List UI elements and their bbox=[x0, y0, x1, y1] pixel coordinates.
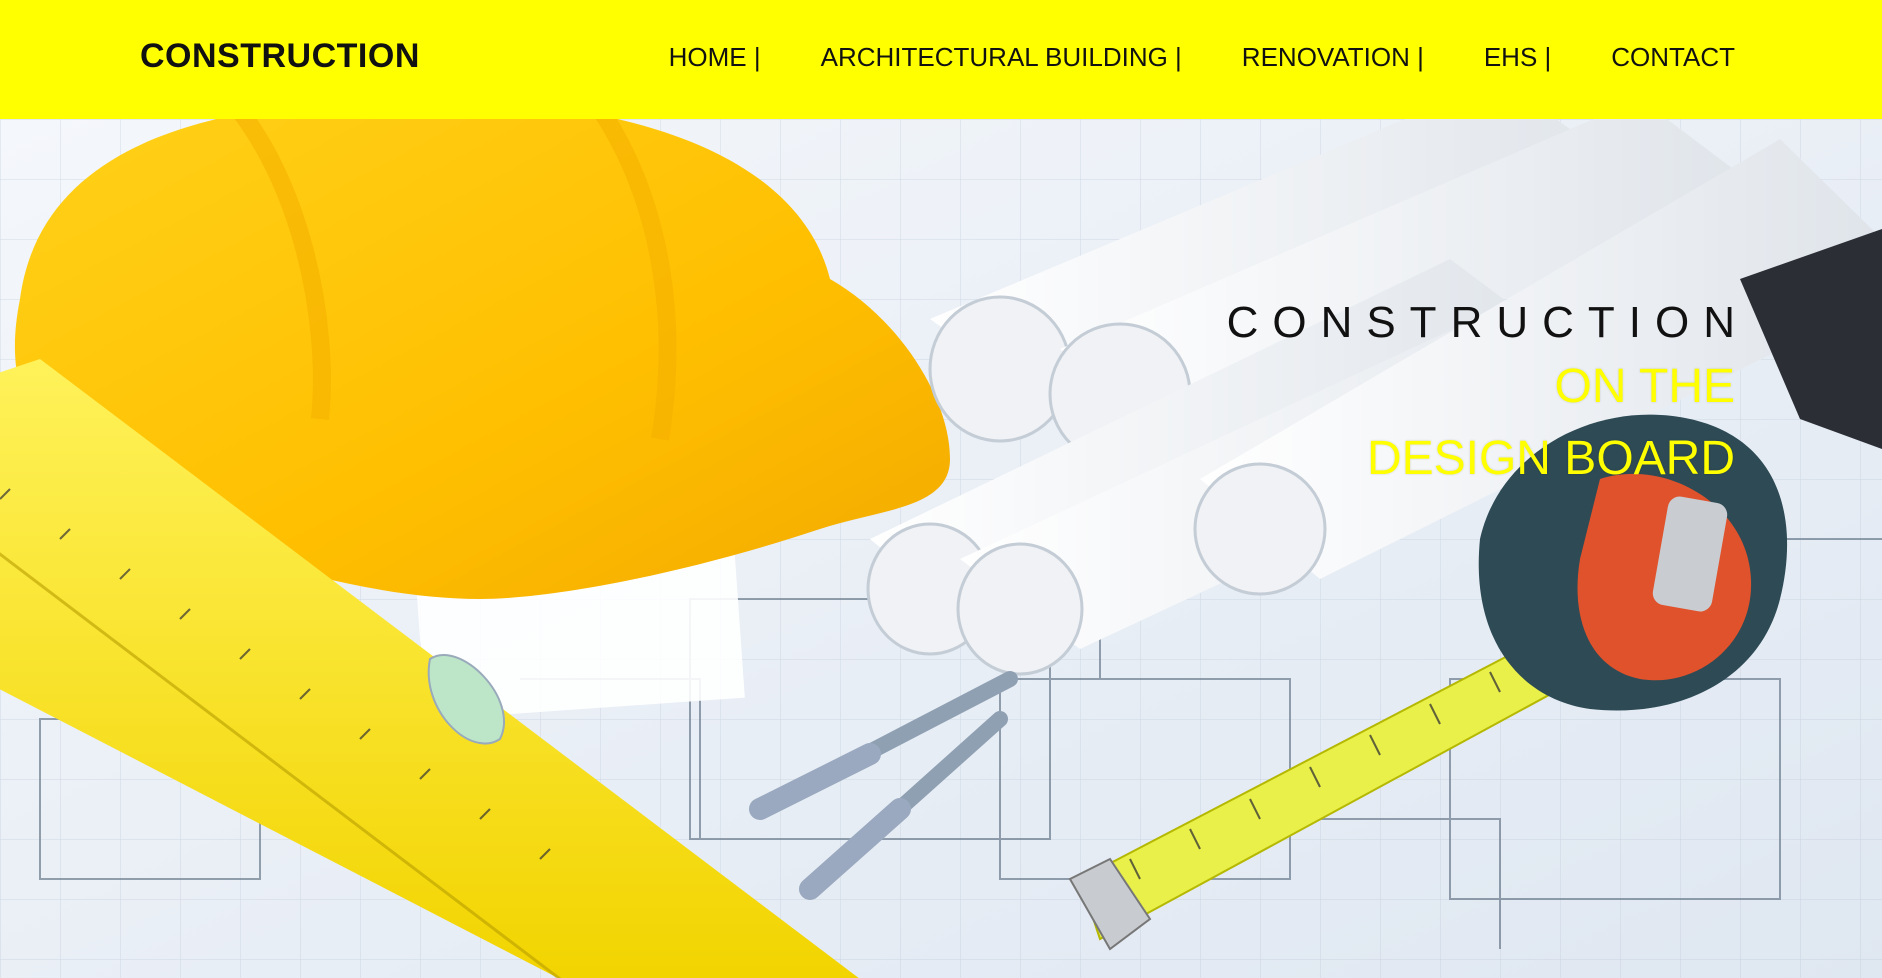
main-nav: HOME | ARCHITECTURAL BUILDING | RENOVATI… bbox=[669, 42, 1735, 73]
hero-subtitle-line1: ON THE bbox=[1554, 360, 1735, 414]
hero-subtitle-line2: DESIGN BOARD bbox=[1366, 432, 1735, 486]
nav-item-renovation[interactable]: RENOVATION | bbox=[1242, 42, 1424, 73]
hero-title: CONSTRUCTION bbox=[1226, 298, 1749, 347]
hero-image bbox=[0, 119, 1882, 978]
nav-item-contact[interactable]: CONTACT bbox=[1611, 42, 1735, 73]
hero-headline: CONSTRUCTION ON THE DESIGN BOARD bbox=[1227, 294, 1735, 495]
brand-logo[interactable]: CONSTRUCTION bbox=[140, 37, 420, 76]
nav-item-architectural-building[interactable]: ARCHITECTURAL BUILDING | bbox=[821, 42, 1182, 73]
nav-item-ehs[interactable]: EHS | bbox=[1484, 42, 1551, 73]
nav-item-home[interactable]: HOME | bbox=[669, 42, 761, 73]
page: CONSTRUCTION HOME | ARCHITECTURAL BUILDI… bbox=[0, 0, 1882, 978]
hero-banner: CONSTRUCTION ON THE DESIGN BOARD bbox=[0, 119, 1882, 978]
top-navbar: CONSTRUCTION HOME | ARCHITECTURAL BUILDI… bbox=[0, 0, 1882, 119]
